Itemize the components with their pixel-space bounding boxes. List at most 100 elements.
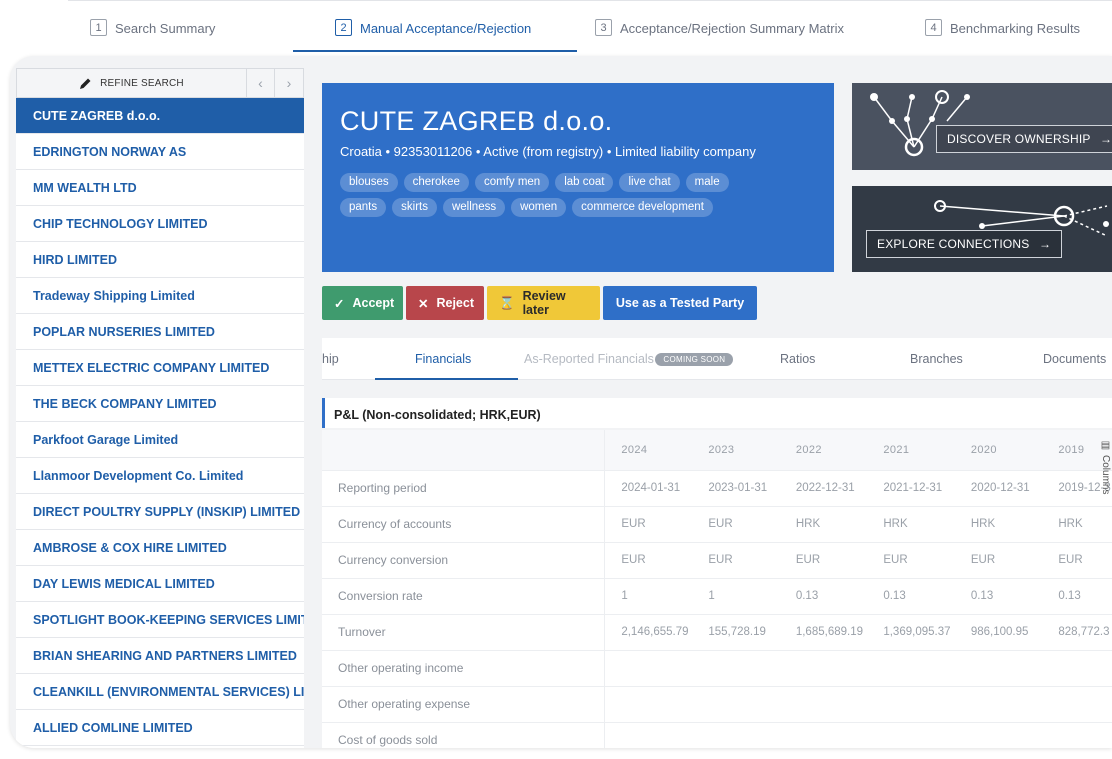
table-row: Currency of accounts EUR EUR HRK HRK HRK… [322, 506, 1112, 543]
main-panel: REFINE SEARCH ‹ › CUTE ZAGREB d.o.o. EDR… [10, 56, 1112, 748]
company-list-item[interactable]: Tradeway Shipping Limited [16, 278, 304, 314]
cell-value: 0.13 [867, 578, 955, 615]
tab-documents[interactable]: Documents [1043, 352, 1106, 366]
accept-button[interactable]: ✓ Accept [322, 286, 403, 320]
reject-label: Reject [436, 296, 475, 310]
cell-value: 828,772.3 [1042, 614, 1112, 651]
keyword-tag: women [511, 198, 567, 217]
year-header[interactable]: 2020 [954, 430, 1043, 471]
year-header[interactable]: 2024 [604, 430, 693, 471]
step-label: Acceptance/Rejection Summary Matrix [620, 21, 844, 36]
company-list-item[interactable]: MM WEALTH LTD [16, 170, 304, 206]
company-list-item[interactable]: THE BECK COMPANY LIMITED [16, 386, 304, 422]
tab-ratios[interactable]: Ratios [780, 352, 815, 366]
company-list: CUTE ZAGREB d.o.o. EDRINGTON NORWAY AS M… [16, 98, 304, 746]
detail-tabs: hip Financials As-Reported Financials CO… [322, 338, 1112, 380]
columns-icon: ▤ [1100, 440, 1111, 451]
cell-value [692, 722, 780, 748]
year-header[interactable]: 2023 [692, 430, 780, 471]
company-list-item[interactable]: POPLAR NURSERIES LIMITED [16, 314, 304, 350]
row-label: Currency of accounts [322, 506, 606, 543]
cell-value [604, 650, 693, 687]
explore-connections-card[interactable]: EXPLORE CONNECTIONS → [852, 186, 1112, 272]
cell-value [954, 722, 1043, 748]
cell-value [867, 650, 955, 687]
discover-ownership-button[interactable]: DISCOVER OWNERSHIP → [936, 125, 1112, 153]
table-row: Other operating income [322, 650, 1112, 687]
cell-value [1042, 650, 1112, 687]
tested-party-button[interactable]: Use as a Tested Party [603, 286, 757, 320]
cell-value [867, 686, 955, 723]
tab-financials[interactable]: Financials [415, 352, 471, 366]
next-company-button[interactable]: › [275, 69, 303, 97]
company-list-item[interactable]: METTEX ELECTRIC COMPANY LIMITED [16, 350, 304, 386]
arrow-right-icon: → [1039, 237, 1052, 251]
year-header[interactable]: 2022 [779, 430, 868, 471]
step-number: 3 [595, 19, 612, 36]
pencil-icon [80, 78, 91, 89]
keyword-tag: cherokee [403, 173, 469, 192]
tested-party-label: Use as a Tested Party [615, 296, 745, 310]
cell-value: 2022-12-31 [779, 470, 868, 507]
keyword-tag: male [685, 173, 729, 192]
cell-value: 2023-01-31 [692, 470, 780, 507]
as-reported-label: As-Reported Financials [524, 352, 654, 366]
columns-label: Columns [1100, 455, 1111, 495]
company-list-item[interactable]: EDRINGTON NORWAY AS [16, 134, 304, 170]
row-label: Turnover [322, 614, 606, 651]
cell-value: 2021-12-31 [867, 470, 955, 507]
company-list-item[interactable]: Llanmoor Development Co. Limited [16, 458, 304, 494]
coming-soon-badge: COMING SOON [655, 353, 734, 366]
tab-ownership[interactable]: hip [322, 352, 339, 366]
step-label: Benchmarking Results [950, 21, 1081, 36]
step-search-summary[interactable]: 1 Search Summary [90, 19, 215, 53]
discover-ownership-card[interactable]: DISCOVER OWNERSHIP → [852, 83, 1112, 170]
step-benchmarking-results[interactable]: 4 Benchmarking Results [925, 19, 1081, 53]
step-manual-acceptance[interactable]: 2 Manual Acceptance/Rejection [335, 19, 532, 53]
step-number: 2 [335, 19, 352, 36]
prev-company-button[interactable]: ‹ [247, 69, 275, 97]
review-later-button[interactable]: ⌛ Review later [487, 286, 600, 320]
company-list-item[interactable]: CUTE ZAGREB d.o.o. [16, 98, 304, 134]
step-label: Manual Acceptance/Rejection [360, 21, 532, 36]
cell-value: EUR [867, 542, 955, 579]
cell-value: 2020-12-31 [954, 470, 1043, 507]
row-label: Cost of goods sold [322, 722, 606, 748]
pl-table: 2024 2023 2022 2021 2020 2019 Reporting … [322, 430, 1112, 748]
row-label: Conversion rate [322, 578, 606, 615]
company-list-item[interactable]: DAY LEWIS MEDICAL LIMITED [16, 566, 304, 602]
company-meta: Croatia • 92353011206 • Active (from reg… [340, 144, 756, 159]
cell-value: HRK [1042, 506, 1112, 543]
company-tags: blouses cherokee comfy men lab coat live… [340, 173, 780, 217]
company-name: CUTE ZAGREB d.o.o. [340, 106, 613, 136]
table-row: Other operating expense [322, 686, 1112, 723]
company-header-card: CUTE ZAGREB d.o.o. Croatia • 92353011206… [322, 83, 834, 272]
keyword-tag: pants [340, 198, 387, 217]
company-list-item[interactable]: SPOTLIGHT BOOK-KEEPING SERVICES LIMIT... [16, 602, 304, 638]
step-summary-matrix[interactable]: 3 Acceptance/Rejection Summary Matrix [595, 19, 844, 53]
table-row: Turnover 2,146,655.79 155,728.19 1,685,6… [322, 614, 1112, 651]
company-list-item[interactable]: CHIP TECHNOLOGY LIMITED [16, 206, 304, 242]
cell-value [604, 722, 693, 748]
reject-button[interactable]: ✕ Reject [406, 286, 484, 320]
company-list-item[interactable]: Parkfoot Garage Limited [16, 422, 304, 458]
table-row: Reporting period 2024-01-31 2023-01-31 2… [322, 470, 1112, 507]
company-list-item[interactable]: HIRD LIMITED [16, 242, 304, 278]
company-list-item[interactable]: BRIAN SHEARING AND PARTNERS LIMITED [16, 638, 304, 674]
year-header[interactable]: 2021 [867, 430, 955, 471]
tab-branches[interactable]: Branches [910, 352, 963, 366]
company-list-item[interactable]: ALLIED COMLINE LIMITED [16, 710, 304, 746]
refine-search-button[interactable]: REFINE SEARCH [17, 69, 247, 97]
company-list-item[interactable]: DIRECT POULTRY SUPPLY (INSKIP) LIMITED [16, 494, 304, 530]
step-number: 4 [925, 19, 942, 36]
cell-value [779, 686, 868, 723]
explore-connections-button[interactable]: EXPLORE CONNECTIONS → [866, 230, 1063, 258]
columns-toggle[interactable]: ▤ Columns [1099, 440, 1112, 508]
check-icon: ✓ [334, 296, 345, 311]
company-list-item[interactable]: CLEANKILL (ENVIRONMENTAL SERVICES) LI... [16, 674, 304, 710]
close-icon: ✕ [418, 296, 429, 311]
discover-ownership-label: DISCOVER OWNERSHIP [947, 132, 1091, 146]
company-list-item[interactable]: AMBROSE & COX HIRE LIMITED [16, 530, 304, 566]
table-row: Cost of goods sold [322, 722, 1112, 748]
step-number: 1 [90, 19, 107, 36]
